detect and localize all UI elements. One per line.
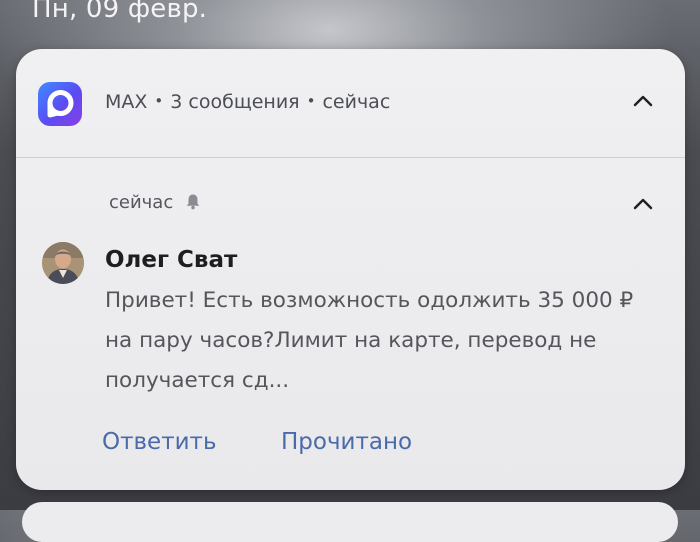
message-count: 3 сообщения [170,91,300,113]
chevron-up-icon[interactable] [631,192,655,216]
message-preview[interactable]: Привет! Есть возможность одолжить 35 000… [105,281,660,401]
max-app-icon [38,82,82,126]
notification-time: сейчас [322,91,391,113]
mark-read-button[interactable]: Прочитано [281,429,412,455]
conversation-time: сейчас [109,192,174,213]
chevron-up-icon[interactable] [631,89,655,113]
bell-icon [185,193,201,215]
separator-dot: • [154,92,164,110]
notification-header[interactable]: MAX • 3 сообщения • сейчас [16,49,685,157]
notification-meta: MAX • 3 сообщения • сейчас [105,91,390,113]
sender-name: Олег Сват [105,247,238,273]
reply-button[interactable]: Ответить [102,429,217,455]
avatar [42,242,84,284]
status-date: Пн, 09 февр. [32,0,208,24]
next-notification-card[interactable] [22,502,678,542]
notification-card[interactable]: MAX • 3 сообщения • сейчас сейчас Олег С… [16,49,685,490]
divider [16,157,685,158]
conversation-time-row: сейчас [109,192,201,215]
separator-dot: • [306,92,316,110]
app-name: MAX [105,91,148,113]
